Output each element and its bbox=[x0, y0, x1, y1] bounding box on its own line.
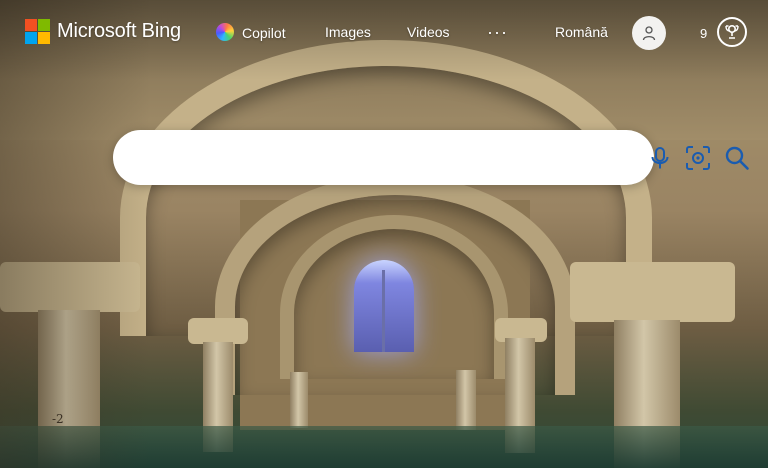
nav-copilot[interactable]: Copilot bbox=[216, 23, 286, 42]
top-bar: Microsoft Bing Copilot Images Videos ···… bbox=[0, 0, 768, 68]
column-capital bbox=[570, 262, 735, 322]
background-image: -2 bbox=[0, 0, 768, 468]
copilot-icon bbox=[216, 23, 234, 41]
microsoft-logo-icon bbox=[25, 19, 50, 44]
more-menu-button[interactable]: ··· bbox=[487, 22, 508, 43]
language-link[interactable]: Română bbox=[555, 24, 608, 40]
nav-videos[interactable]: Videos bbox=[407, 24, 450, 40]
microphone-icon bbox=[651, 147, 669, 169]
search-box bbox=[113, 130, 749, 187]
column bbox=[456, 370, 476, 430]
rewards-points[interactable]: 9 bbox=[700, 26, 707, 41]
nav-images[interactable]: Images bbox=[325, 24, 371, 40]
lit-window bbox=[354, 260, 414, 352]
brand-name: Microsoft Bing bbox=[57, 20, 181, 42]
bing-logo[interactable]: Microsoft Bing bbox=[25, 19, 181, 44]
search-icon bbox=[725, 146, 749, 170]
search-button[interactable] bbox=[722, 143, 752, 173]
account-button[interactable] bbox=[632, 16, 666, 50]
search-input[interactable] bbox=[137, 130, 531, 187]
rewards-trophy-icon bbox=[725, 24, 739, 39]
voice-search-button[interactable] bbox=[645, 143, 675, 173]
visual-search-icon bbox=[686, 146, 710, 170]
user-avatar-icon bbox=[642, 26, 656, 41]
column-capital bbox=[188, 318, 248, 344]
nav-copilot-label: Copilot bbox=[242, 25, 286, 41]
visual-search-button[interactable] bbox=[683, 143, 713, 173]
column bbox=[290, 372, 308, 428]
rewards-button[interactable] bbox=[717, 17, 747, 47]
column-marking: -2 bbox=[52, 412, 64, 426]
